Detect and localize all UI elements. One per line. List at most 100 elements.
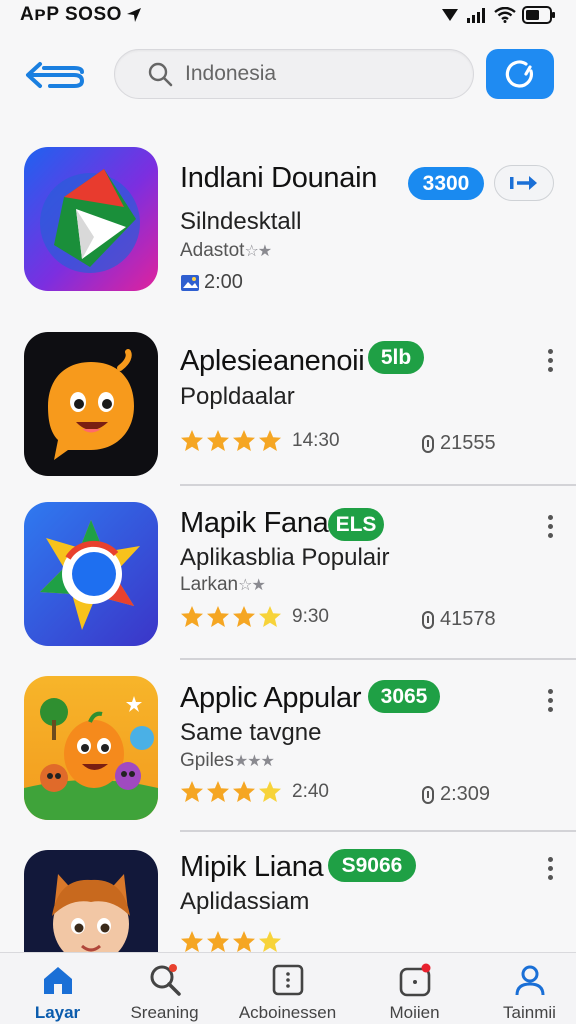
nav-item-sreaning[interactable]: Sreaning	[107, 953, 222, 1024]
developer-stars-icon: ★★★	[233, 753, 275, 770]
search-icon	[148, 62, 173, 87]
dot-icon	[547, 523, 553, 529]
location-arrow-icon	[126, 8, 141, 22]
list-item[interactable]: Applic Appular 3065 Same tavgne Gpiles★★…	[0, 676, 576, 836]
dot-icon	[547, 865, 553, 871]
back-arrow-icon	[26, 62, 85, 88]
list-item[interactable]: Indlani Dounain 3300 Silndesktall Adasto…	[0, 144, 576, 304]
star-icon	[181, 430, 203, 451]
app-developer: Adastot☆★	[180, 240, 272, 262]
count-badge: 3065	[368, 680, 440, 713]
search-icon	[150, 964, 181, 996]
developer-name: Gpiles	[180, 750, 234, 771]
search-input[interactable]	[185, 62, 445, 86]
app-developer: Larkan☆★	[180, 574, 266, 596]
star-icon	[207, 781, 229, 802]
download-icon	[422, 610, 434, 629]
nav-label: Acboinessen	[238, 1003, 337, 1022]
star-icon	[181, 606, 203, 627]
star-rating	[180, 780, 282, 804]
dot-icon	[547, 366, 553, 372]
app-icon-indlani[interactable]	[24, 147, 158, 291]
dot-icon	[547, 856, 553, 862]
more-options-button[interactable]	[538, 508, 562, 544]
nav-label: Layar	[34, 1003, 81, 1022]
search-bar[interactable]	[114, 49, 474, 99]
dot-icon	[547, 348, 553, 354]
rating-row: 9:30	[180, 605, 329, 629]
dot-icon	[547, 532, 553, 538]
app-subtitle: Aplidassiam	[180, 888, 310, 915]
open-button[interactable]	[494, 165, 554, 201]
back-button[interactable]	[22, 58, 88, 92]
star-icon	[181, 781, 203, 802]
count-badge: S9066	[328, 849, 416, 882]
count-badge: 5lb	[368, 341, 424, 374]
nav-item-moiien[interactable]: Moiien	[357, 953, 472, 1024]
more-options-button[interactable]	[538, 682, 562, 718]
rating-row: 14:30	[180, 429, 340, 453]
nav-item-tainmii[interactable]: Tainmii	[472, 953, 576, 1024]
star-icon	[233, 430, 255, 451]
star-rating	[180, 605, 282, 629]
image-icon	[181, 274, 199, 291]
colorful-play-icon	[24, 147, 158, 291]
nav-label: Tainmii	[503, 1003, 556, 1022]
developer-stars-icon: ☆★	[244, 243, 272, 260]
list-item[interactable]: Mipik Liana S9066 Aplidassiam	[0, 848, 576, 952]
cartoon-avatar-icon	[24, 850, 158, 952]
app-title: Aplesieanenoii	[180, 345, 365, 377]
nav-item-layar[interactable]: Layar	[0, 953, 115, 1024]
app-icon-mipik-liana[interactable]	[24, 850, 158, 952]
rating-row: 2:40	[180, 780, 329, 804]
count-badge: 3300	[408, 167, 484, 200]
nav-label: Sreaning	[130, 1003, 199, 1022]
signal-triangle-icon	[442, 9, 458, 21]
nav-label: Moiien	[389, 1003, 440, 1022]
app-size: 2:00	[180, 271, 243, 294]
app-title: Applic Appular	[180, 682, 362, 714]
size-text: 2:00	[204, 271, 243, 293]
download-icon	[422, 434, 434, 453]
cartoon-characters-icon	[24, 676, 158, 820]
compass-star-icon	[24, 502, 158, 646]
app-icon-applic-appular[interactable]	[24, 676, 158, 820]
header	[0, 44, 576, 106]
status-indicators	[440, 6, 556, 24]
download-count: 21555	[420, 432, 496, 455]
star-rating	[180, 429, 282, 453]
list-item[interactable]: Aplesieanenoii 5lb Popldaalar 14:30 2155…	[0, 332, 576, 492]
cellular-signal-icon	[467, 8, 485, 23]
app-subtitle: Silndesktall	[180, 208, 302, 235]
refresh-icon	[505, 60, 533, 88]
star-icon	[259, 931, 281, 952]
app-subtitle: Same tavgne	[180, 719, 322, 746]
app-icon-aplesieanenoii[interactable]	[24, 332, 158, 476]
rating-text: 9:30	[292, 606, 329, 627]
dot-icon	[547, 357, 553, 363]
star-icon	[181, 931, 203, 952]
dot-icon	[547, 514, 553, 520]
nav-item-acboinessen[interactable]: Acboinessen	[230, 953, 345, 1024]
rating-row	[180, 930, 282, 952]
refresh-button[interactable]	[486, 49, 554, 99]
grid-icon	[272, 964, 303, 996]
home-icon	[43, 967, 72, 994]
bottom-navigation: Layar Sreaning Acboinessen Moiien Tainmi…	[0, 952, 576, 1024]
arrow-right-icon	[510, 176, 537, 190]
divider	[180, 484, 576, 486]
star-icon	[233, 606, 255, 627]
app-icon-mapik-fana[interactable]	[24, 502, 158, 646]
star-icon	[207, 430, 229, 451]
battery-icon	[522, 6, 555, 24]
rating-text: 14:30	[292, 430, 340, 451]
app-title: Indlani Dounain	[180, 162, 378, 194]
more-options-button[interactable]	[538, 342, 562, 378]
download-count: 2:309	[420, 783, 490, 806]
star-icon	[233, 931, 255, 952]
developer-name: Larkan	[180, 574, 239, 595]
more-options-button[interactable]	[538, 850, 562, 886]
count-badge: ELS	[328, 508, 384, 541]
list-item[interactable]: Mapik Fana ELS Aplikasblia Populair Lark…	[0, 502, 576, 662]
downloads-text: 21555	[440, 432, 496, 454]
